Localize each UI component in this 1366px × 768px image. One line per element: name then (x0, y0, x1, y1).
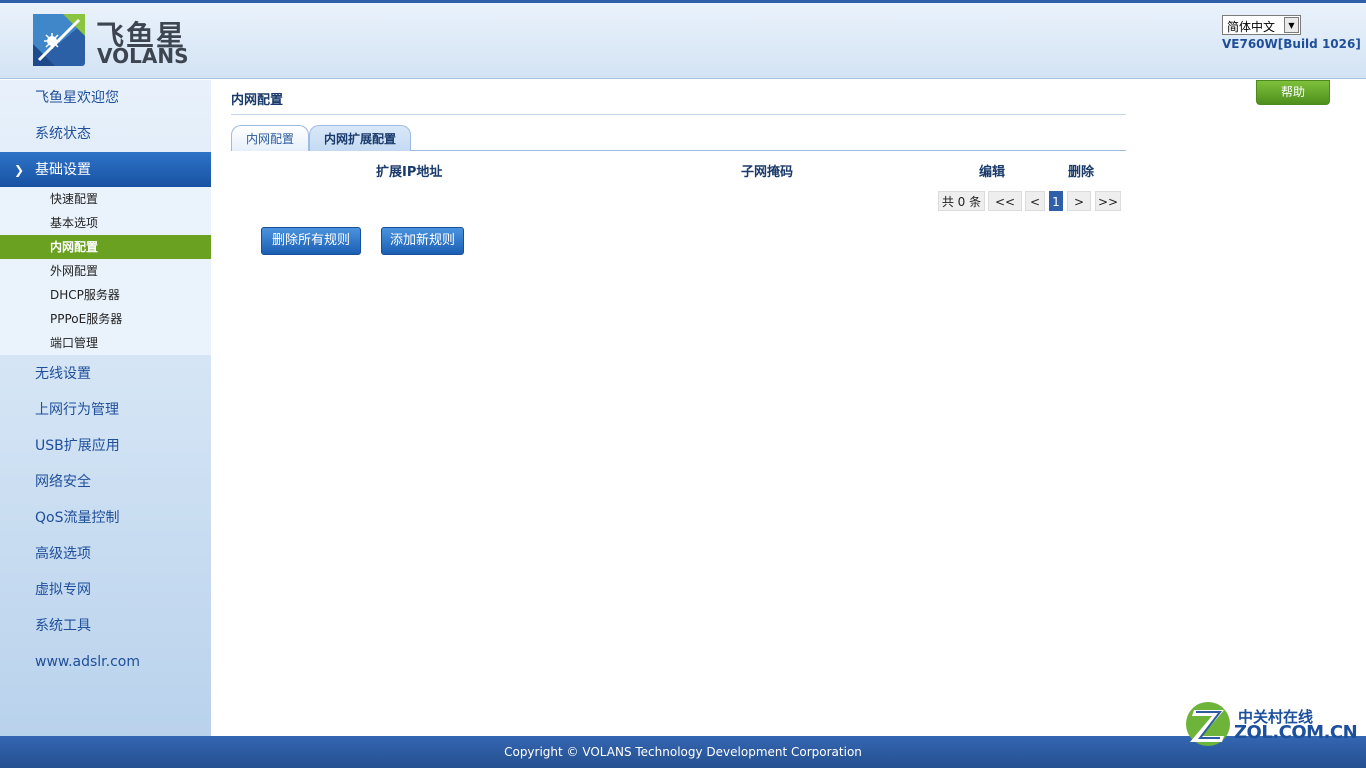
pagination-first-button[interactable]: << (988, 191, 1022, 211)
sidebar-subitem-dhcp-server[interactable]: DHCP服务器 (0, 283, 211, 307)
language-selected-value: 简体中文 (1227, 20, 1276, 34)
zol-logo-icon (1186, 702, 1230, 746)
tab-bar: 内网配置 内网扩展配置 (231, 125, 1126, 151)
pagination-prev-button[interactable]: < (1025, 191, 1045, 211)
delete-all-rules-button[interactable]: 删除所有规则 (261, 227, 361, 255)
logo-text-en: VOLANS (97, 44, 189, 68)
sidebar-item-behavior-management[interactable]: 上网行为管理 (0, 392, 211, 428)
footer-copyright: Copyright © VOLANS Technology Developmen… (0, 736, 1366, 768)
tab-lan-extended-config[interactable]: 内网扩展配置 (309, 125, 411, 151)
sidebar-item-system-tools[interactable]: 系统工具 (0, 608, 211, 644)
chevron-down-icon[interactable]: ▼ (1284, 17, 1299, 33)
tab-lan-config[interactable]: 内网配置 (231, 125, 309, 151)
sidebar-item-wireless[interactable]: 无线设置 (0, 356, 211, 392)
sidebar-item-advanced[interactable]: 高级选项 (0, 536, 211, 572)
firmware-version: VE760W[Build 1026] (1222, 37, 1361, 51)
sidebar-subitem-quick-config[interactable]: 快速配置 (0, 187, 211, 211)
sidebar-subitem-port-management[interactable]: 端口管理 (0, 331, 211, 355)
sidebar-submenu: 快速配置 基本选项 内网配置 外网配置 DHCP服务器 PPPoE服务器 端口管… (0, 187, 211, 355)
zol-watermark: 中关村在线 ZOL.COM.CN (1184, 700, 1358, 750)
column-header-extended-ip: 扩展IP地址 (376, 165, 443, 180)
sidebar-link-adslr[interactable]: www.adslr.com (0, 644, 211, 680)
pagination-last-button[interactable]: >> (1095, 191, 1121, 211)
help-button[interactable]: 帮助 (1256, 80, 1330, 105)
sidebar-item-label: 基础设置 (35, 162, 91, 178)
sidebar-item-qos[interactable]: QoS流量控制 (0, 500, 211, 536)
sidebar-item-vpn[interactable]: 虚拟专网 (0, 572, 211, 608)
pagination-current-page[interactable]: 1 (1049, 191, 1063, 211)
sidebar-subitem-wan-config[interactable]: 外网配置 (0, 259, 211, 283)
sidebar: 飞鱼星欢迎您 系统状态 ❯ 基础设置 快速配置 基本选项 内网配置 外网配置 D… (0, 80, 211, 736)
sidebar-item-welcome[interactable]: 飞鱼星欢迎您 (0, 80, 211, 116)
sidebar-item-network-security[interactable]: 网络安全 (0, 464, 211, 500)
sidebar-item-usb[interactable]: USB扩展应用 (0, 428, 211, 464)
sidebar-item-system-status[interactable]: 系统状态 (0, 116, 211, 152)
column-header-subnet-mask: 子网掩码 (741, 165, 794, 180)
sidebar-subitem-basic-options[interactable]: 基本选项 (0, 211, 211, 235)
sidebar-subitem-pppoe-server[interactable]: PPPoE服务器 (0, 307, 211, 331)
pagination-next-button[interactable]: > (1067, 191, 1091, 211)
column-header-edit: 编辑 (979, 165, 1006, 180)
column-header-delete: 删除 (1068, 165, 1095, 180)
watermark-text-en: ZOL.COM.CN (1234, 722, 1358, 743)
page-title: 内网配置 (231, 93, 284, 108)
pagination-total: 共 0 条 (938, 191, 985, 211)
title-divider (231, 114, 1126, 115)
sidebar-item-basic-settings[interactable]: ❯ 基础设置 (0, 152, 211, 188)
language-select[interactable]: 简体中文 ▼ (1222, 15, 1301, 35)
volans-logo: 飞鱼星 VOLANS (33, 14, 193, 68)
main-content: 内网配置 帮助 内网配置 内网扩展配置 扩展IP地址 子网掩码 编辑 删除 共 … (211, 80, 1366, 736)
double-chevron-down-icon: ❯ (14, 163, 25, 177)
volans-logo-icon (33, 14, 85, 66)
sidebar-subitem-lan-config[interactable]: 内网配置 (0, 235, 211, 259)
header: 飞鱼星 VOLANS 简体中文 ▼ VE760W[Build 1026] (0, 0, 1366, 79)
add-new-rule-button[interactable]: 添加新规则 (381, 227, 464, 255)
